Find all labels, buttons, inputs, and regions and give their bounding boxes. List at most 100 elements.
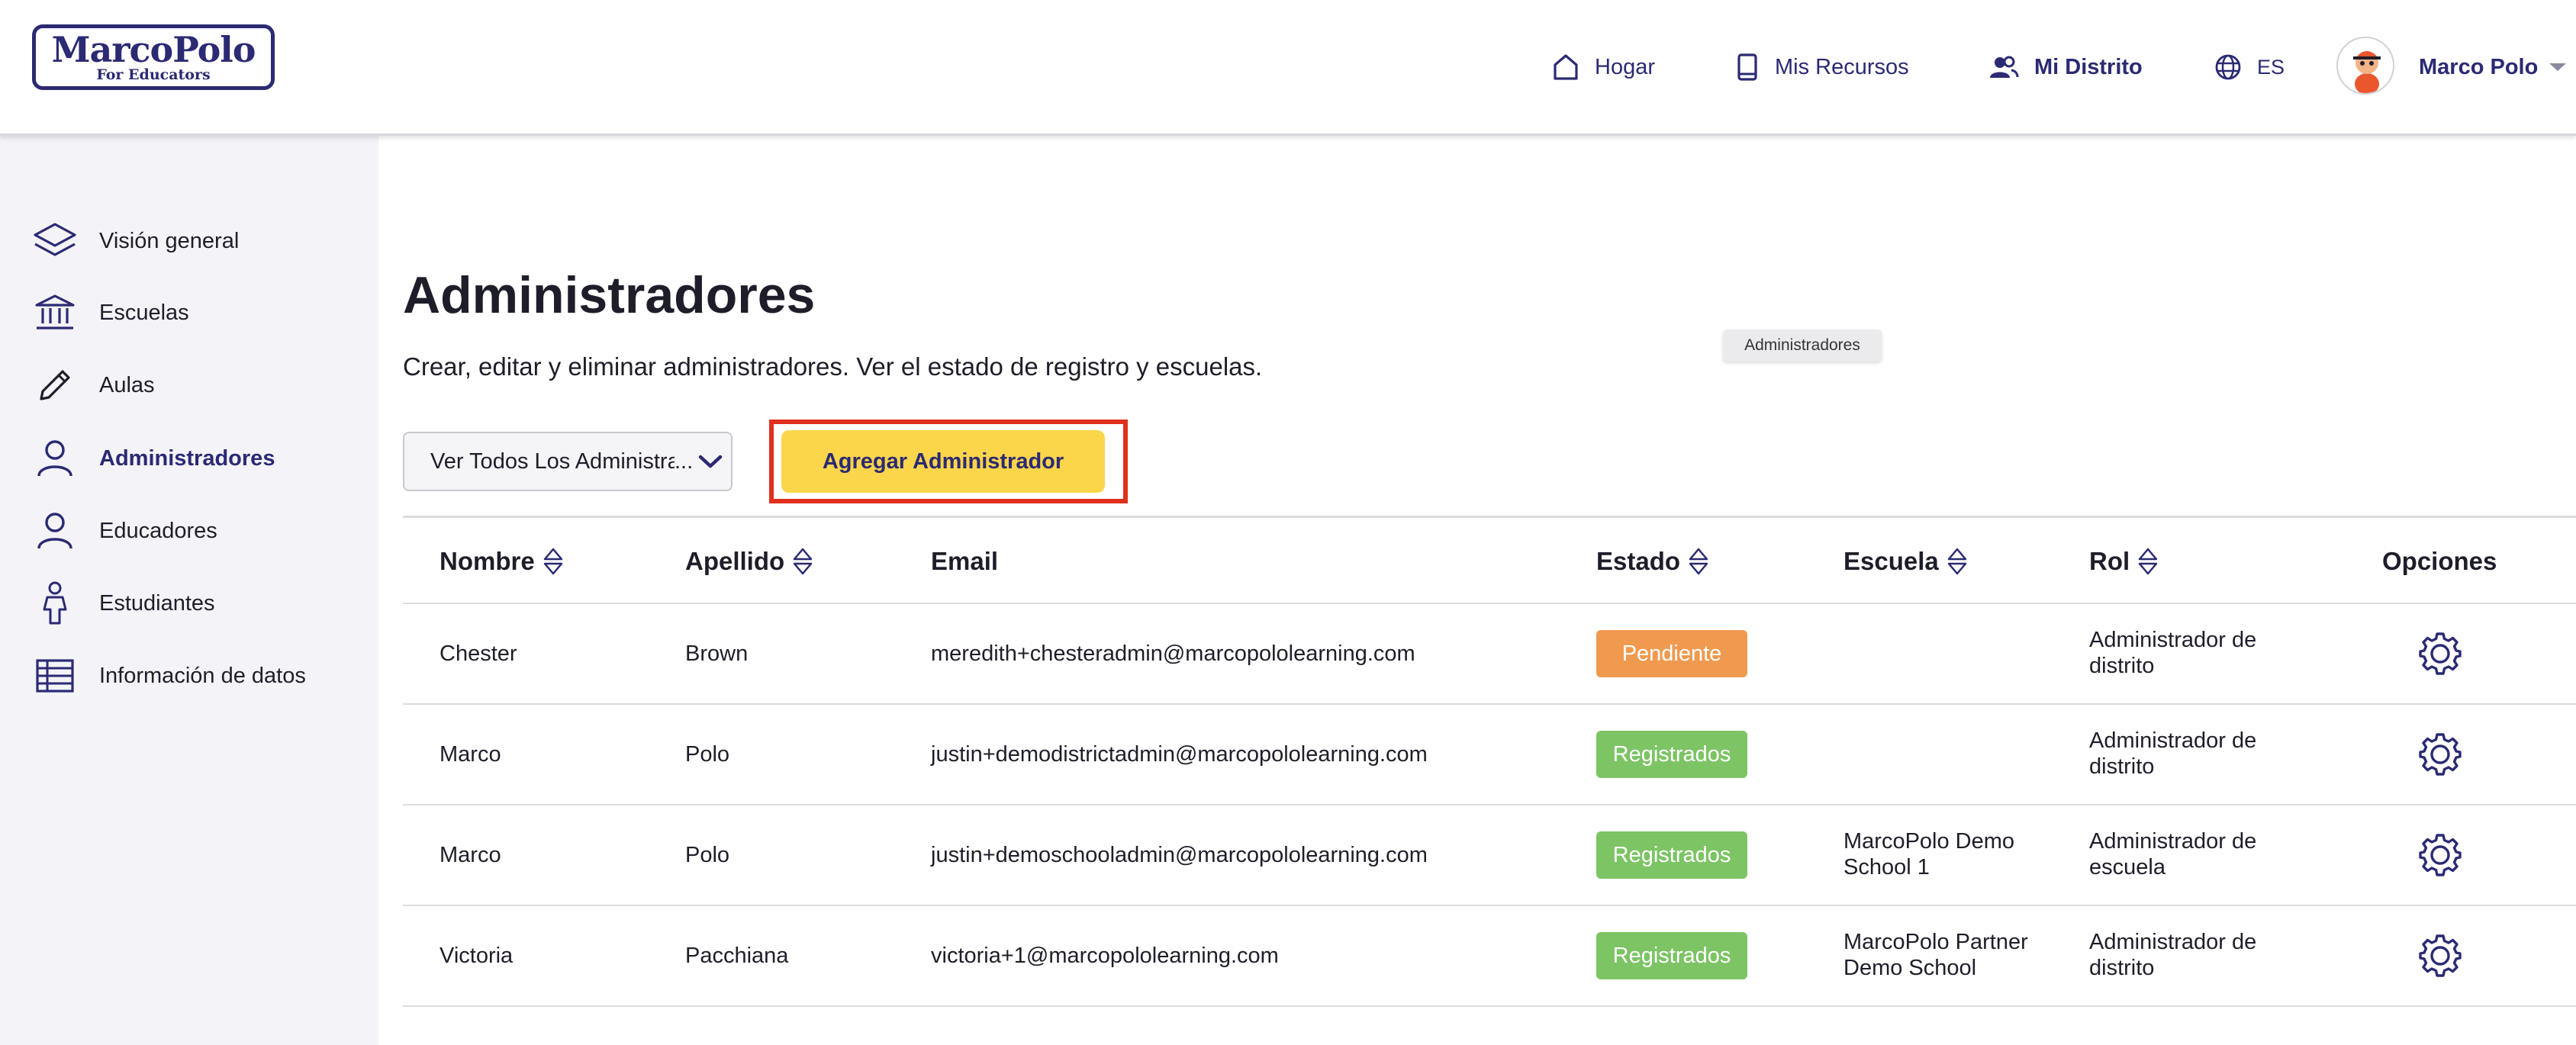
user-icon: [32, 436, 78, 481]
cell-last-name: Brown: [685, 641, 749, 666]
cell-last-name: Polo: [685, 742, 730, 767]
tooltip: Administradores: [1723, 330, 1882, 362]
cell-role-line2: distrito: [2089, 754, 2155, 779]
table-icon: [32, 653, 78, 699]
cell-email: justin+demodistrictadmin@marcopololearni…: [931, 742, 1428, 767]
admin-filter-dropdown[interactable]: Ver Todos Los Administradores ...: [403, 432, 733, 491]
sort-icon: [1689, 548, 1708, 575]
status-badge: Registrados: [1596, 831, 1747, 879]
table-top-border: [403, 516, 2576, 518]
cell-role-line1: Administrador de: [2089, 829, 2257, 854]
column-header-first-name[interactable]: Nombre: [440, 542, 564, 581]
cell-email: victoria+1@marcopololearning.com: [931, 944, 1279, 968]
nav-home[interactable]: Hogar: [1552, 49, 1655, 85]
header-label: Nombre: [440, 547, 535, 575]
column-header-options: Opciones: [2382, 542, 2497, 581]
sidebar-item-label: Visión general: [99, 228, 240, 253]
language-label: ES: [2257, 55, 2285, 79]
sidebar-item-administrators[interactable]: Administradores: [32, 436, 275, 481]
row-divider: [403, 905, 2576, 906]
sidebar-item-data-insights[interactable]: Información de datos: [32, 653, 306, 699]
cell-role-line2: distrito: [2089, 654, 2155, 678]
bank-icon: [32, 290, 78, 336]
cell-role-line2: distrito: [2089, 956, 2155, 980]
sidebar-item-schools[interactable]: Escuelas: [32, 290, 189, 336]
user-icon: [32, 508, 78, 554]
globe-icon: [2215, 54, 2241, 80]
column-header-school[interactable]: Escuela: [1843, 542, 1968, 581]
home-icon: [1554, 54, 1578, 80]
nav-district[interactable]: Mi Distrito: [1988, 49, 2143, 85]
cell-email: justin+demoschooladmin@marcopololearning…: [931, 843, 1428, 867]
user-name-label: Marco Polo: [2419, 54, 2539, 79]
cell-email: meredith+chesteradmin@marcopololearning.…: [931, 641, 1415, 666]
cell-first-name: Marco: [440, 843, 501, 867]
page-title: Administradores: [403, 266, 816, 324]
header-label: Opciones: [2382, 547, 2497, 575]
header-label: Estado: [1596, 547, 1681, 575]
sidebar-item-label: Información de datos: [99, 663, 306, 688]
filter-value: Ver Todos Los Administradores: [430, 449, 675, 474]
ellipsis: ...: [675, 449, 694, 474]
status-badge: Registrados: [1596, 932, 1747, 979]
column-header-role[interactable]: Rol: [2089, 542, 2159, 581]
cell-last-name: Pacchiana: [685, 944, 789, 968]
logo-tagline: For Educators: [96, 66, 211, 83]
cell-role-line2: escuela: [2089, 855, 2165, 879]
gear-icon[interactable]: [2417, 732, 2463, 777]
avatar[interactable]: [2336, 37, 2394, 95]
cell-first-name: Victoria: [440, 944, 514, 968]
row-divider: [403, 703, 2576, 705]
cell-role-line1: Administrador de: [2089, 728, 2257, 753]
header-label: Email: [931, 547, 999, 575]
column-header-status[interactable]: Estado: [1596, 542, 1709, 581]
status-badge: Pendiente: [1596, 630, 1747, 677]
sidebar-item-educators[interactable]: Educadores: [32, 508, 217, 554]
column-header-last-name[interactable]: Apellido: [685, 542, 813, 581]
column-header-email: Email: [931, 542, 998, 581]
sidebar: Visión general Escuelas Aulas Administra…: [0, 136, 378, 1045]
row-divider: [403, 1005, 2576, 1007]
book-icon: [1737, 53, 1757, 81]
sidebar-item-students[interactable]: Estudiantes: [32, 580, 215, 626]
gear-icon[interactable]: [2417, 933, 2463, 979]
sort-icon: [543, 548, 562, 575]
sidebar-item-label: Educadores: [99, 518, 217, 543]
row-divider: [403, 804, 2576, 805]
cell-first-name: Chester: [440, 641, 517, 666]
top-header: MarcoPolo For Educators Hogar Mis Recurs…: [0, 0, 2576, 136]
page-subtitle: Crear, editar y eliminar administradores…: [403, 352, 1263, 381]
row-divider: [403, 603, 2576, 604]
pencil-icon: [32, 362, 78, 408]
layers-icon: [32, 218, 78, 264]
chevron-down-icon: [698, 455, 723, 468]
cell-school-line2: Demo School: [1843, 956, 1977, 980]
header-label: Apellido: [685, 547, 785, 575]
gear-icon[interactable]: [2417, 631, 2463, 677]
users-icon: [1990, 56, 2019, 78]
marcopolo-logo[interactable]: MarcoPolo For Educators: [32, 24, 275, 90]
cell-school-line1: MarcoPolo Demo: [1843, 829, 2015, 854]
nav-home-label: Hogar: [1595, 54, 1655, 79]
sort-icon: [2138, 548, 2158, 575]
user-menu[interactable]: Marco Polo: [2419, 49, 2568, 85]
sidebar-item-classrooms[interactable]: Aulas: [32, 362, 155, 408]
gear-icon[interactable]: [2417, 832, 2463, 878]
sidebar-item-label: Administradores: [99, 445, 275, 471]
cell-last-name: Polo: [685, 843, 730, 867]
cell-role-line1: Administrador de: [2089, 628, 2257, 652]
sidebar-item-label: Estudiantes: [99, 590, 215, 616]
nav-resources[interactable]: Mis Recursos: [1735, 49, 1909, 85]
sort-icon: [793, 548, 813, 575]
language-selector[interactable]: ES: [2214, 49, 2285, 85]
logo-text: MarcoPolo: [51, 29, 256, 70]
sort-icon: [1947, 548, 1966, 575]
nav-resources-label: Mis Recursos: [1775, 54, 1909, 79]
sidebar-item-label: Escuelas: [99, 300, 189, 325]
header-label: Rol: [2089, 547, 2130, 575]
sidebar-item-overview[interactable]: Visión general: [32, 218, 239, 264]
cell-first-name: Marco: [440, 742, 501, 767]
caret-down-icon: [2549, 63, 2567, 71]
avatar-character-icon: [2338, 38, 2393, 93]
add-administrator-button[interactable]: Agregar Administrador: [781, 430, 1105, 493]
